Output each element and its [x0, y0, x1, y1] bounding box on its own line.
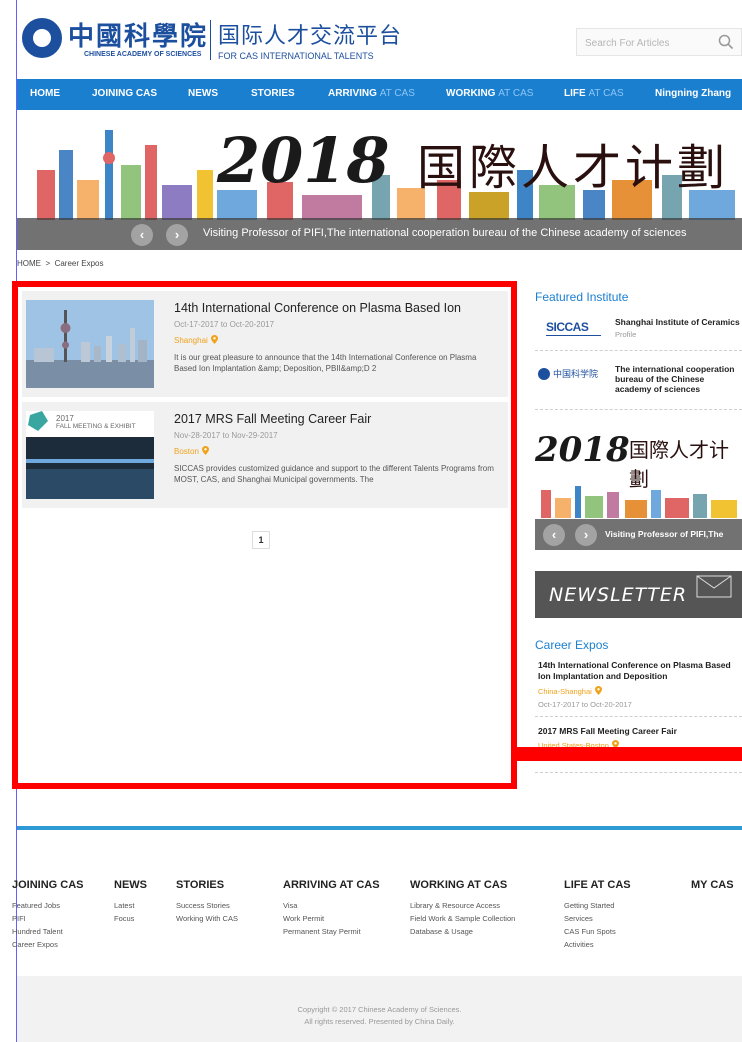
footer-heading-my-cas[interactable]: MY CAS [691, 879, 734, 891]
envelope-icon [696, 575, 732, 598]
footer-link[interactable]: Permanent Stay Permit [283, 927, 361, 936]
banner-prev-button[interactable]: ‹ [131, 224, 153, 246]
location-pin-icon [594, 686, 602, 695]
side-banner-next-button[interactable]: › [575, 524, 597, 546]
nav-joining-cas[interactable]: JOINING CAS [92, 88, 157, 99]
search-icon[interactable] [717, 33, 735, 51]
footer-link[interactable]: Activities [564, 940, 594, 949]
nav-news[interactable]: NEWS [188, 88, 218, 99]
footer-link[interactable]: Latest [114, 901, 134, 910]
footer-heading-arriving[interactable]: ARRIVING AT CAS [283, 879, 380, 891]
featured-institute-heading: Featured Institute [535, 290, 629, 304]
copyright-line-2: All rights reserved. Presented by China … [304, 1017, 455, 1026]
copyright-band: Copyright © 2017 Chinese Academy of Scie… [17, 976, 742, 1042]
divider [535, 716, 742, 717]
expo-title[interactable]: 14th International Conference on Plasma … [538, 660, 742, 682]
expo-location: China-Shanghai [538, 686, 602, 696]
footer-link[interactable]: Field Work & Sample Collection [410, 914, 515, 923]
side-banner-caption-bar: ‹ › Visiting Professor of PIFI,The [535, 519, 742, 550]
site-header: 中國科學院 CHINESE ACADEMY OF SCIENCES 国际人才交流… [20, 10, 742, 80]
cas-emblem-icon[interactable] [22, 18, 62, 58]
breadcrumb-home[interactable]: HOME [17, 259, 41, 268]
footer-link[interactable]: Services [564, 914, 593, 923]
hero-banner[interactable]: 2018 国際人才计劃 ‹ › Visiting Professor of PI… [17, 110, 742, 250]
copyright-line-1: Copyright © 2017 Chinese Academy of Scie… [297, 1005, 462, 1014]
logo-english: CHINESE ACADEMY OF SCIENCES [84, 51, 202, 58]
banner-caption-bar: ‹ › Visiting Professor of PIFI,The inter… [17, 218, 742, 250]
footer-link[interactable]: Visa [283, 901, 297, 910]
footer-heading-joining-cas[interactable]: JOINING CAS [12, 879, 84, 891]
page: 中國科學院 CHINESE ACADEMY OF SCIENCES 国际人才交流… [0, 0, 742, 1042]
institute-name[interactable]: Shanghai Institute of Ceramics [615, 317, 741, 327]
divider [535, 409, 742, 410]
footer-link[interactable]: Database & Usage [410, 927, 473, 936]
breadcrumb-separator: > [45, 259, 51, 268]
footer-link[interactable]: Success Stories [176, 901, 230, 910]
side-banner-caption[interactable]: Visiting Professor of PIFI,The [605, 529, 723, 539]
divider [535, 772, 742, 773]
cas-bureau-logo[interactable]: 中国科学院 [538, 364, 608, 388]
banner-caption[interactable]: Visiting Professor of PIFI,The internati… [203, 227, 686, 239]
institute-profile-link[interactable]: Profile [615, 330, 636, 339]
nav-stories[interactable]: STORIES [251, 88, 295, 99]
search-box [576, 28, 742, 56]
footer-link[interactable]: CAS Fun Spots [564, 927, 616, 936]
main-nav: HOME JOINING CAS NEWS STORIES ARRIVING A… [17, 79, 742, 110]
banner-year: 2018 [217, 124, 390, 197]
side-skyline-illustration [541, 486, 737, 518]
logo-chinese[interactable]: 中國科學院 [68, 16, 208, 53]
nav-home[interactable]: HOME [30, 88, 60, 99]
footer-heading-news[interactable]: NEWS [114, 879, 147, 891]
red-highlight-box [12, 281, 517, 789]
newsletter-label: NEWSLETTER [549, 584, 688, 606]
newsletter-banner[interactable]: NEWSLETTER [535, 571, 742, 618]
footer-link[interactable]: Working With CAS [176, 914, 238, 923]
logo-divider [210, 20, 211, 60]
siccas-logo[interactable]: SICCAS [538, 318, 608, 342]
divider [535, 350, 742, 351]
footer-link[interactable]: Career Expos [12, 940, 58, 949]
nav-user-name[interactable]: Ningning Zhang [655, 88, 731, 99]
footer-heading-working[interactable]: WORKING AT CAS [410, 879, 507, 891]
footer-link[interactable]: Work Permit [283, 914, 324, 923]
footer-link[interactable]: Getting Started [564, 901, 614, 910]
platform-title-english: FOR CAS INTERNATIONAL TALENTS [218, 51, 374, 61]
nav-working[interactable]: WORKING AT CAS [446, 88, 533, 99]
footer-link[interactable]: Library & Resource Access [410, 901, 500, 910]
expo-date: Oct-17-2017 to Oct-20-2017 [538, 700, 632, 709]
expo-title[interactable]: 2017 MRS Fall Meeting Career Fair [538, 726, 742, 737]
career-expos-heading: Career Expos [535, 638, 609, 652]
footer-link[interactable]: Hundred Talent [12, 927, 63, 936]
side-banner-year: 2018 [535, 430, 630, 470]
nav-life[interactable]: LIFE AT CAS [564, 88, 624, 99]
footer-heading-stories[interactable]: STORIES [176, 879, 224, 891]
side-banner-prev-button[interactable]: ‹ [543, 524, 565, 546]
platform-title-chinese: 国际人才交流平台 [218, 24, 403, 49]
footer-link[interactable]: Featured Jobs [12, 901, 60, 910]
footer-heading-life[interactable]: LIFE AT CAS [564, 879, 631, 891]
nav-arriving[interactable]: ARRIVING AT CAS [328, 88, 415, 99]
institute-name[interactable]: The international cooperation bureau of … [615, 364, 741, 394]
red-highlight-bar [517, 747, 742, 761]
side-banner[interactable]: 2018 国際人才计劃 ‹ › Visiting Professor of PI… [535, 430, 742, 550]
footer-link[interactable]: PIFI [12, 914, 26, 923]
breadcrumb-current: Career Expos [54, 259, 104, 268]
banner-next-button[interactable]: › [166, 224, 188, 246]
banner-title-chinese: 国際人才计劃 [417, 140, 730, 196]
footer-rule [17, 826, 742, 830]
footer-link[interactable]: Focus [114, 914, 134, 923]
breadcrumb: HOME > Career Expos [17, 259, 104, 268]
search-input[interactable] [585, 33, 715, 53]
